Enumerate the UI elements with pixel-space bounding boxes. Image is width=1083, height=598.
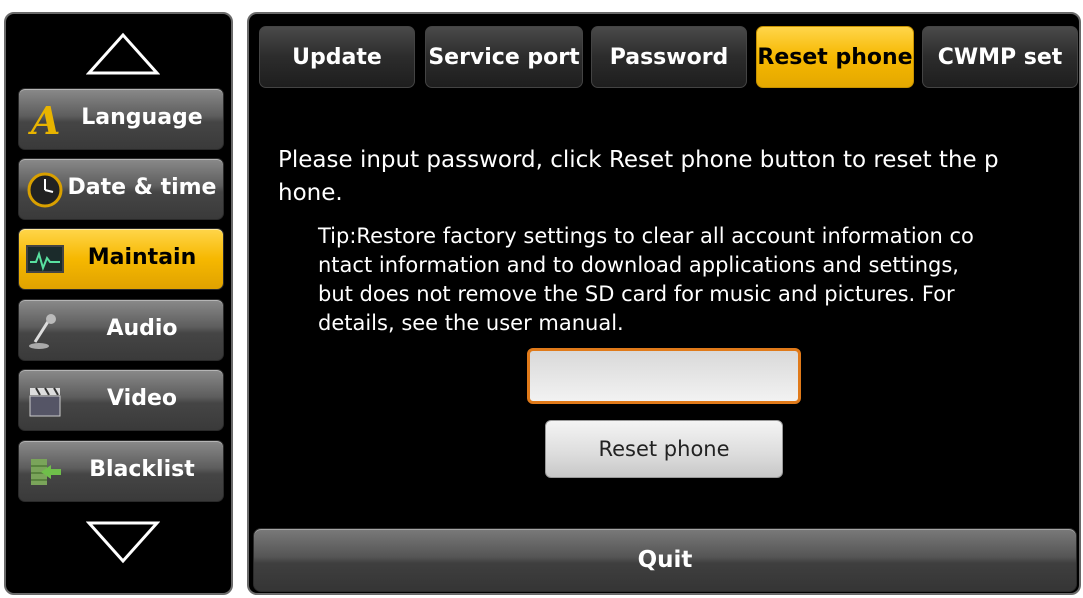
monitor-pulse-icon	[25, 241, 65, 279]
settings-screen: A Language Date & time Maintain Audio Vi…	[0, 0, 1083, 598]
quit-button[interactable]: Quit	[253, 528, 1077, 592]
reset-instruction-text: Please input password, click Reset phone…	[278, 147, 999, 206]
reset-phone-button[interactable]: Reset phone	[545, 420, 783, 478]
tab-update[interactable]: Update	[259, 26, 415, 88]
clapperboard-icon	[25, 382, 65, 420]
svg-text:A: A	[28, 101, 60, 139]
password-input[interactable]	[527, 348, 801, 404]
tab-password[interactable]: Password	[591, 26, 747, 88]
tab-service-port[interactable]: Service port	[425, 26, 583, 88]
main-panel: Update Service port Password Reset phone…	[247, 12, 1081, 595]
sidebar-item-language[interactable]: A Language	[18, 88, 224, 150]
microphone-icon	[25, 312, 65, 350]
clock-icon	[25, 171, 65, 209]
reset-tip-text: Tip:Restore factory settings to clear al…	[318, 224, 974, 335]
sidebar-item-maintain[interactable]: Maintain	[18, 228, 224, 290]
sidebar-item-video[interactable]: Video	[18, 369, 224, 431]
letter-a-icon: A	[25, 101, 65, 139]
sidebar-item-label: Video	[107, 386, 177, 411]
sidebar-item-blacklist[interactable]: Blacklist	[18, 440, 224, 502]
sidebar-item-label: Blacklist	[89, 457, 195, 482]
sidebar-item-label: Language	[81, 105, 203, 130]
tab-cwmp-set[interactable]: CWMP set	[922, 26, 1078, 88]
tab-reset-phone[interactable]: Reset phone	[756, 26, 914, 88]
sidebar-item-audio[interactable]: Audio	[18, 299, 224, 361]
scroll-up-arrow-icon[interactable]	[86, 32, 160, 76]
sidebar-item-date-time[interactable]: Date & time	[18, 158, 224, 220]
sidebar-item-label: Date & time	[67, 175, 217, 200]
sidebar-item-label: Audio	[106, 316, 178, 341]
sidebar: A Language Date & time Maintain Audio Vi…	[4, 12, 233, 595]
sidebar-item-label: Maintain	[87, 245, 197, 270]
blocked-wall-icon	[25, 453, 65, 491]
scroll-down-arrow-icon[interactable]	[86, 520, 160, 564]
